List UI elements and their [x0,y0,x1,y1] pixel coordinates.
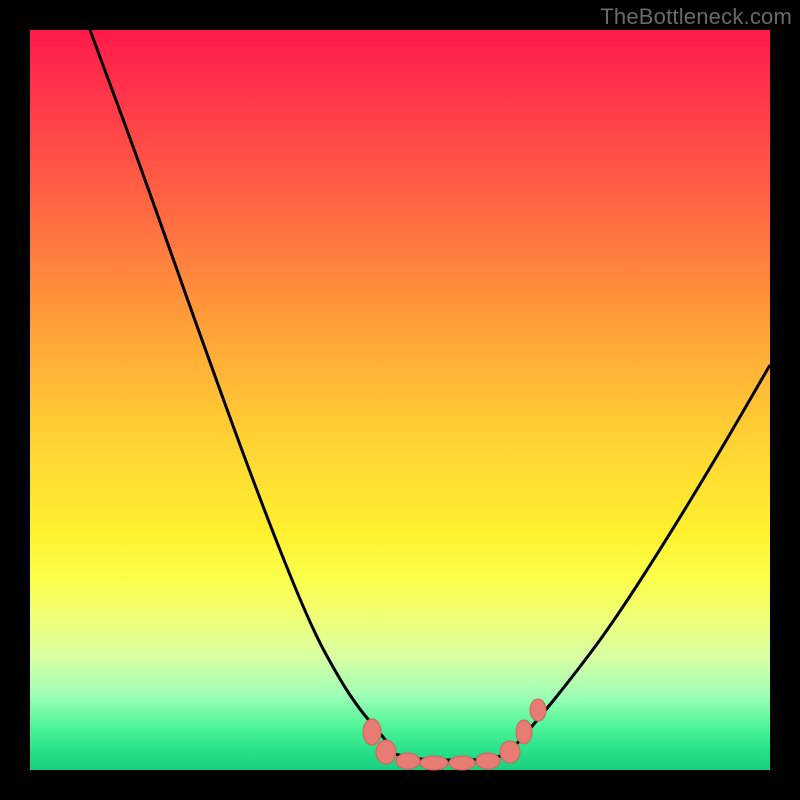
valley-dots-group [363,699,546,770]
outer-frame: TheBottleneck.com [0,0,800,800]
curve-right-branch [508,365,770,754]
valley-dot [420,756,448,770]
watermark-text: TheBottleneck.com [600,4,792,30]
valley-dot [516,720,532,744]
valley-dot [500,741,520,763]
valley-dot [530,699,546,721]
curve-left-branch [90,30,395,754]
valley-dot [449,756,475,770]
valley-dot [363,719,381,745]
valley-dot [476,753,500,769]
valley-dot [396,753,420,769]
chart-svg [30,30,770,770]
valley-dot [376,740,396,764]
